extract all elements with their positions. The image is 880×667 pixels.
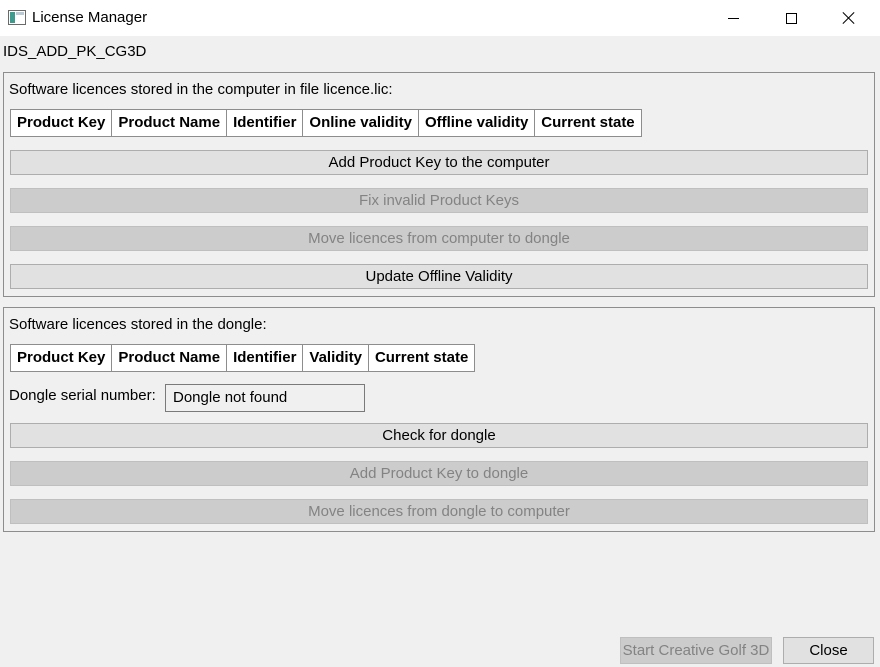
update-offline-validity-button[interactable]: Update Offline Validity — [10, 264, 868, 289]
column-current-state[interactable]: Current state — [369, 345, 474, 371]
dongle-licences-table-header: Product Key Product Name Identifier Vali… — [10, 344, 476, 372]
window-close-button[interactable] — [820, 0, 878, 36]
add-product-key-dongle-button[interactable]: Add Product Key to dongle — [10, 461, 868, 486]
column-product-key[interactable]: Product Key — [11, 110, 113, 136]
check-for-dongle-button[interactable]: Check for dongle — [10, 423, 868, 448]
column-product-name[interactable]: Product Name — [112, 110, 228, 136]
maximize-button[interactable] — [762, 0, 820, 36]
close-icon — [842, 11, 856, 25]
column-current-state[interactable]: Current state — [535, 110, 640, 136]
column-offline-validity[interactable]: Offline validity — [419, 110, 536, 136]
column-product-name[interactable]: Product Name — [112, 345, 228, 371]
dongle-licences-group: Software licences stored in the dongle: … — [3, 307, 875, 532]
move-to-dongle-button[interactable]: Move licences from computer to dongle — [10, 226, 868, 251]
minimize-icon — [727, 17, 739, 19]
computer-licences-group: Software licences stored in the computer… — [3, 72, 875, 297]
dongle-group-title: Software licences stored in the dongle: — [9, 316, 267, 333]
minimize-button[interactable] — [704, 0, 762, 36]
column-identifier[interactable]: Identifier — [227, 110, 304, 136]
maximize-icon — [785, 12, 797, 24]
app-window-icon — [8, 10, 26, 25]
close-button[interactable]: Close — [783, 637, 874, 664]
computer-group-title: Software licences stored in the computer… — [9, 81, 393, 98]
start-creative-golf-button[interactable]: Start Creative Golf 3D — [620, 637, 772, 664]
dongle-serial-field: Dongle not found — [165, 384, 365, 412]
module-id-label: IDS_ADD_PK_CG3D — [3, 43, 147, 60]
column-online-validity[interactable]: Online validity — [303, 110, 419, 136]
fix-invalid-keys-button[interactable]: Fix invalid Product Keys — [10, 188, 868, 213]
window-title: License Manager — [32, 9, 148, 26]
title-bar: License Manager — [0, 0, 880, 36]
move-to-computer-button[interactable]: Move licences from dongle to computer — [10, 499, 868, 524]
column-identifier[interactable]: Identifier — [227, 345, 304, 371]
add-product-key-computer-button[interactable]: Add Product Key to the computer — [10, 150, 868, 175]
column-product-key[interactable]: Product Key — [11, 345, 113, 371]
computer-licences-table-header: Product Key Product Name Identifier Onli… — [10, 109, 642, 137]
dongle-serial-label: Dongle serial number: — [9, 387, 156, 404]
column-validity[interactable]: Validity — [303, 345, 369, 371]
